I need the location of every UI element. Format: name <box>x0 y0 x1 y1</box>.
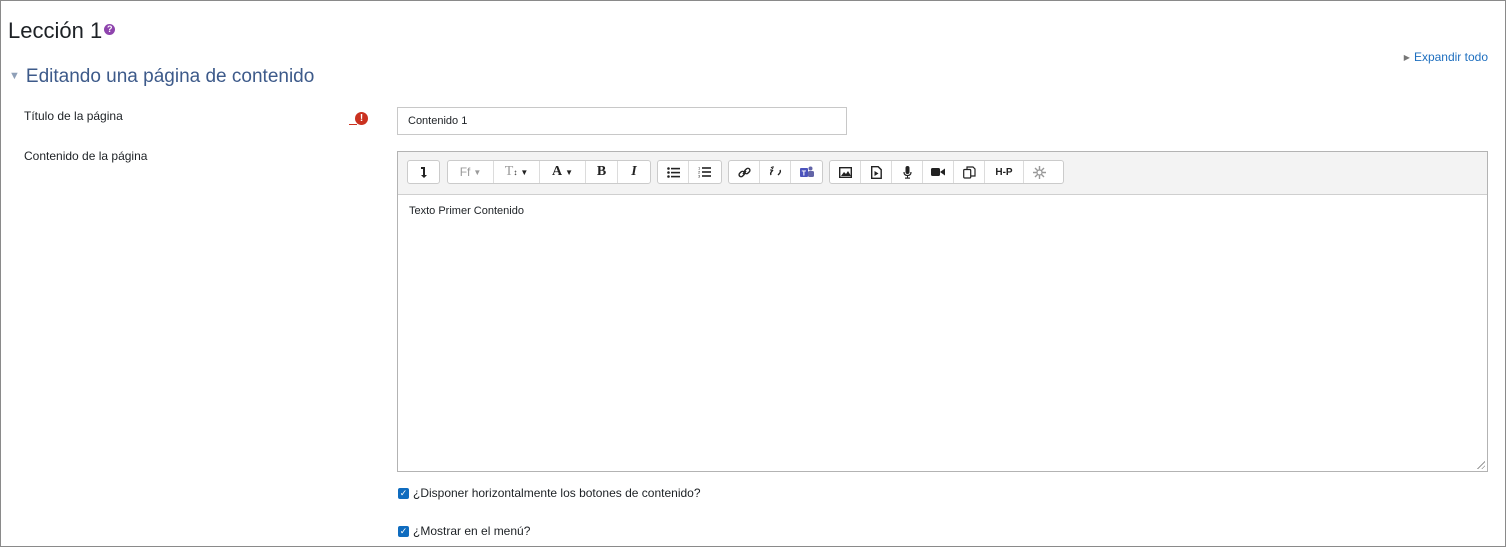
media-button[interactable] <box>861 161 892 183</box>
list-ul-icon <box>666 166 680 178</box>
toolbar-group-media: H-P <box>829 160 1064 184</box>
horizontal-buttons-checkbox[interactable]: ✓ <box>398 487 409 499</box>
font-family-label: Ff <box>459 165 471 179</box>
show-in-menu-option[interactable]: ✓ ¿Mostrar en el menú? <box>398 524 530 538</box>
horizontal-buttons-label[interactable]: ¿Disponer horizontalmente los botones de… <box>413 486 701 500</box>
toolbar-toggle-button[interactable] <box>408 161 439 183</box>
manage-files-button[interactable] <box>954 161 985 183</box>
caret-right-icon: ▶ <box>1403 53 1410 62</box>
font-color-label: A <box>551 164 563 179</box>
italic-label: I <box>631 164 637 179</box>
dropdown-icon: ▼ <box>565 167 574 177</box>
required-underline <box>349 124 357 125</box>
editor-content[interactable]: Texto Primer Contenido <box>398 195 1487 227</box>
page-title-text: Lección 1 <box>8 18 103 43</box>
toolbar-group-links: T <box>728 160 823 184</box>
content-editor[interactable]: Ff ▼ T ↕ ▼ A ▼ B I 123 T H-P Texto Prime… <box>397 151 1488 472</box>
link-icon <box>737 167 751 177</box>
toolbar-toggle-icon <box>420 167 427 178</box>
editor-toolbar: Ff ▼ T ↕ ▼ A ▼ B I 123 T H-P <box>398 152 1487 195</box>
link-button[interactable] <box>729 161 760 183</box>
page-title: Lección 1? <box>8 18 116 44</box>
image-button[interactable] <box>830 161 861 183</box>
bold-label: B <box>596 164 607 179</box>
caret-down-icon[interactable]: ▼ <box>9 70 20 82</box>
file-media-icon <box>870 165 882 179</box>
section-title-text[interactable]: Editando una página de contenido <box>26 66 314 87</box>
svg-text:3: 3 <box>698 174 701 179</box>
unordered-list-button[interactable] <box>658 161 689 183</box>
h5p-label: H-P <box>995 166 1013 178</box>
horizontal-buttons-option[interactable]: ✓ ¿Disponer horizontalmente los botones … <box>398 486 701 500</box>
section-header[interactable]: ▼ Editando una página de contenido <box>9 66 314 88</box>
font-size-button[interactable]: T ↕ ▼ <box>494 161 540 183</box>
microphone-icon <box>902 165 912 179</box>
dropdown-icon: ▼ <box>520 167 529 177</box>
expand-all-link[interactable]: ▶ Expandir todo <box>1404 50 1488 64</box>
show-in-menu-label[interactable]: ¿Mostrar en el menú? <box>413 524 530 538</box>
italic-button[interactable]: I <box>618 161 650 183</box>
h5p-button[interactable]: H-P <box>985 161 1024 183</box>
ordered-list-button[interactable]: 123 <box>689 161 720 183</box>
record-audio-button[interactable] <box>892 161 923 183</box>
question-circle-icon[interactable]: ? <box>104 24 116 35</box>
font-size-label: T <box>504 164 514 179</box>
toolbar-group-lists: 123 <box>657 160 722 184</box>
font-family-button[interactable]: Ff ▼ <box>448 161 494 183</box>
unlink-button[interactable] <box>760 161 791 183</box>
video-camera-icon <box>931 168 945 176</box>
unlink-icon <box>769 165 781 175</box>
accessibility-button[interactable] <box>1024 161 1055 183</box>
resize-handle[interactable] <box>1476 460 1485 469</box>
toolbar-group-collapse <box>407 160 440 184</box>
teams-meeting-button[interactable]: T <box>791 161 822 183</box>
svg-text:T: T <box>801 170 806 177</box>
page-title-input[interactable] <box>397 107 847 135</box>
dropdown-icon: ▼ <box>473 167 482 177</box>
page-title-label: Título de la página <box>24 109 123 123</box>
toolbar-group-style: Ff ▼ T ↕ ▼ A ▼ B I <box>447 160 651 184</box>
image-icon <box>838 166 852 178</box>
list-ol-icon: 123 <box>698 166 711 178</box>
teams-icon: T <box>799 166 814 177</box>
record-video-button[interactable] <box>923 161 954 183</box>
page-content-label: Contenido de la página <box>24 149 148 163</box>
expand-all-label[interactable]: Expandir todo <box>1414 50 1488 64</box>
font-color-button[interactable]: A ▼ <box>540 161 586 183</box>
copy-files-icon <box>962 165 976 179</box>
bold-button[interactable]: B <box>586 161 618 183</box>
accessibility-icon <box>1033 165 1046 179</box>
show-in-menu-checkbox[interactable]: ✓ <box>398 525 409 537</box>
